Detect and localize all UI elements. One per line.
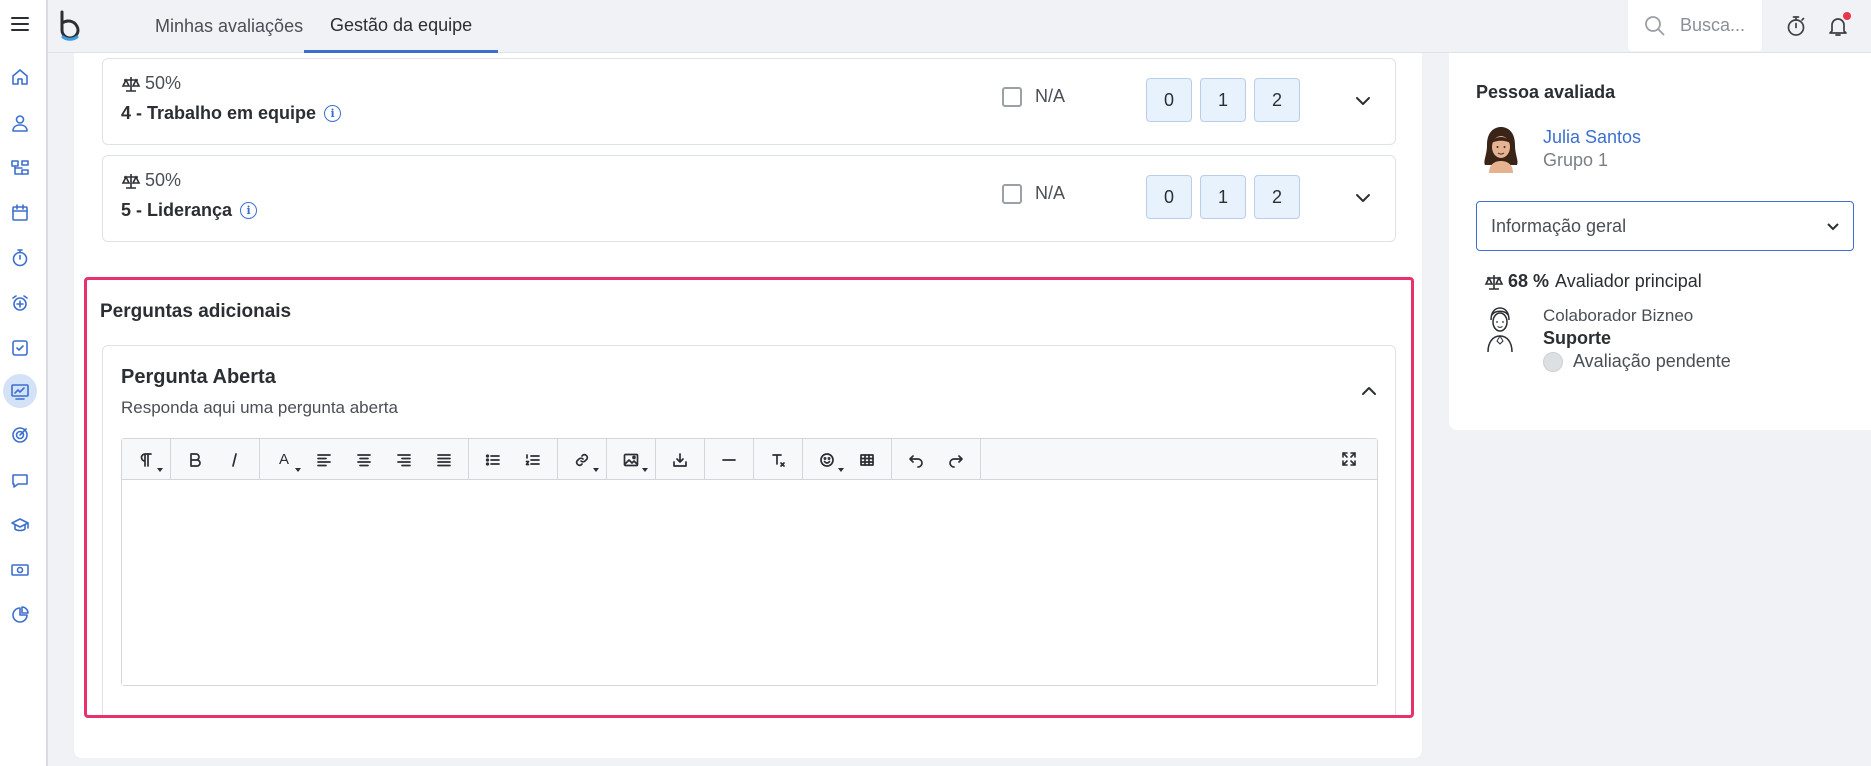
app-logo[interactable] — [58, 10, 84, 42]
criterion-item: 50% 4 - Trabalho em equipe i N/A 0 1 2 — [102, 58, 1396, 145]
user-icon[interactable] — [4, 107, 36, 139]
score-button-2[interactable]: 2 — [1254, 175, 1300, 219]
pie-chart-icon[interactable] — [4, 599, 36, 631]
person-name-link[interactable]: Julia Santos — [1543, 127, 1641, 148]
search-icon — [1645, 15, 1665, 36]
score-button-0[interactable]: 0 — [1146, 175, 1192, 219]
notification-badge — [1843, 12, 1851, 20]
criterion-title: 4 - Trabalho em equipe — [121, 103, 317, 123]
evaluator-avatar — [1485, 306, 1515, 353]
criterion-weight: 50% — [121, 73, 181, 94]
info-icon[interactable]: i — [324, 105, 342, 122]
weight-value: 50% — [145, 170, 182, 190]
avatar — [1481, 125, 1521, 173]
stopwatch-icon[interactable] — [4, 242, 36, 274]
search-input[interactable] — [1680, 15, 1760, 36]
na-label: N/A — [1035, 86, 1066, 106]
chevron-down-icon[interactable] — [1354, 189, 1372, 207]
select-value: Informação geral — [1491, 215, 1627, 236]
performance-icon[interactable] — [3, 374, 37, 408]
weight-value: 50% — [145, 73, 182, 93]
checkbox-icon[interactable] — [4, 332, 36, 364]
chevron-down-icon — [1827, 223, 1839, 231]
home-icon[interactable] — [4, 61, 36, 93]
weight-label: Avaliador principal — [1555, 271, 1702, 291]
scale-icon — [121, 76, 141, 92]
score-button-1[interactable]: 1 — [1200, 78, 1246, 122]
chevron-down-icon[interactable] — [1354, 92, 1372, 110]
target-icon[interactable] — [4, 419, 36, 451]
evaluated-person-panel: Pessoa avaliada Julia Santos Grupo 1 Inf… — [1449, 53, 1871, 430]
evaluator-role: Colaborador Bizneo — [1543, 306, 1694, 325]
criterion-name: 4 - Trabalho em equipe i — [121, 103, 342, 124]
score-button-1[interactable]: 1 — [1200, 175, 1246, 219]
scale-icon — [1484, 274, 1504, 290]
scale-icon — [121, 173, 141, 189]
panel-title: Pessoa avaliada — [1476, 82, 1616, 102]
tab-minhas-avaliacoes[interactable]: Minhas avaliações — [129, 0, 329, 53]
score-button-2[interactable]: 2 — [1254, 78, 1300, 122]
alarm-icon[interactable] — [4, 287, 36, 319]
weight-percent: 68 % — [1508, 271, 1550, 291]
na-checkbox[interactable] — [1002, 87, 1022, 107]
status-text: Avaliação pendente — [1573, 351, 1731, 371]
org-chart-icon[interactable] — [4, 152, 36, 184]
criterion-item: 50% 5 - Liderança i N/A 0 1 2 — [102, 155, 1396, 242]
stopwatch-icon[interactable] — [1784, 14, 1808, 38]
tab-gestao-da-equipe[interactable]: Gestão da equipe — [304, 0, 499, 53]
graduation-icon[interactable] — [4, 509, 36, 541]
criterion-title: 5 - Liderança — [121, 200, 233, 220]
info-select[interactable]: Informação geral — [1476, 201, 1854, 251]
na-label: N/A — [1035, 183, 1066, 203]
status-dot — [1543, 351, 1563, 372]
sidebar — [0, 0, 48, 766]
chat-icon[interactable] — [4, 464, 36, 496]
search-box[interactable] — [1628, 0, 1762, 51]
na-checkbox[interactable] — [1002, 184, 1022, 204]
person-group: Grupo 1 — [1543, 150, 1609, 170]
evaluator-weight: 68 % Avaliador principal — [1484, 271, 1702, 292]
score-button-0[interactable]: 0 — [1146, 78, 1192, 122]
calendar-icon[interactable] — [4, 197, 36, 229]
highlight-frame — [84, 277, 1414, 718]
status-badge: Avaliação pendente — [1543, 351, 1731, 372]
menu-icon[interactable] — [11, 17, 29, 31]
info-icon[interactable]: i — [240, 202, 258, 219]
notification-bell-icon[interactable] — [1826, 12, 1851, 38]
criterion-weight: 50% — [121, 170, 181, 191]
top-header: Minhas avaliações Gestão da equipe — [48, 0, 1871, 53]
evaluator-department: Suporte — [1543, 328, 1612, 348]
criterion-name: 5 - Liderança i — [121, 200, 258, 221]
money-icon[interactable] — [4, 554, 36, 586]
